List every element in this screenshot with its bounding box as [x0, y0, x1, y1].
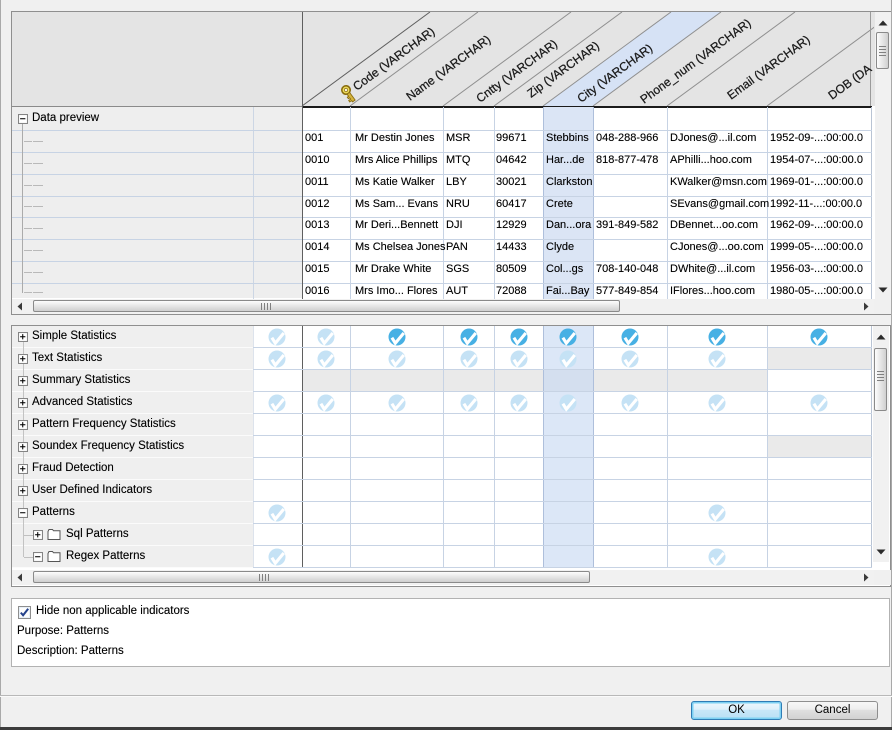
svg-text:Email (VARCHAR): Email (VARCHAR) [724, 32, 812, 102]
svg-text:DOB (DA: DOB (DA [825, 62, 874, 103]
